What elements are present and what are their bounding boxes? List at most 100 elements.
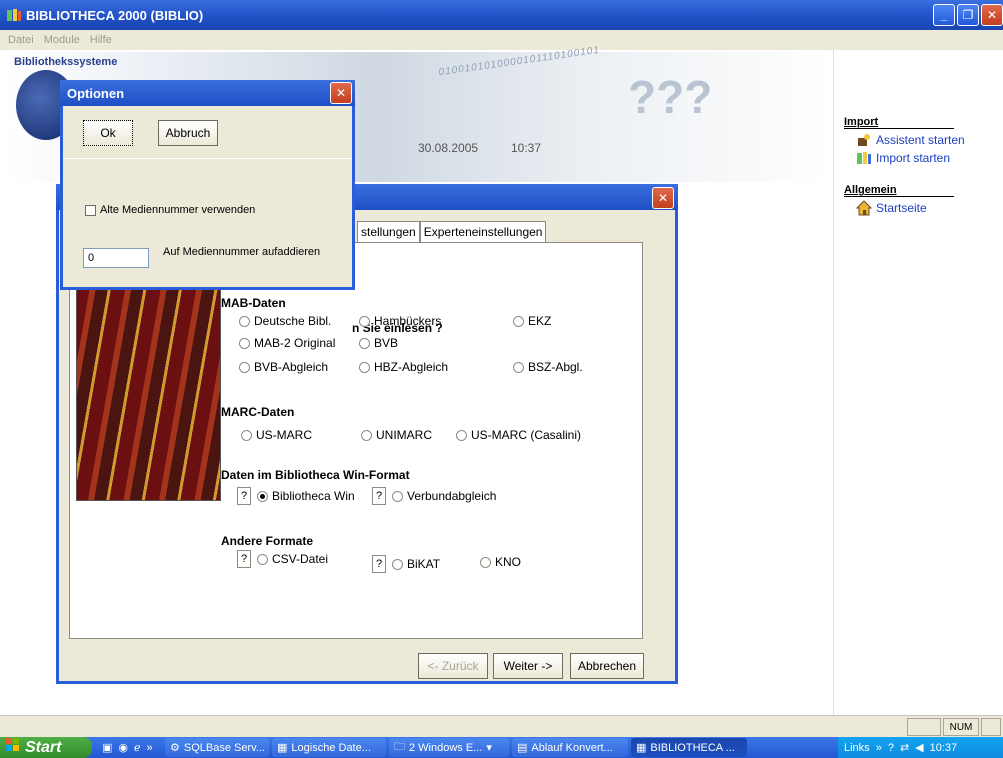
radio-us-marc-casalini[interactable]: US-MARC (Casalini) bbox=[456, 428, 581, 442]
banner-date: 30.08.2005 bbox=[418, 141, 479, 155]
network-icon[interactable]: ⇄ bbox=[900, 741, 909, 754]
tab-expert-settings[interactable]: Experteneinstellungen bbox=[419, 221, 547, 242]
desktop-icon[interactable]: ▣ bbox=[102, 741, 112, 754]
taskbar: Start ▣ ◉ ℯ » ⚙ SQLBase Serv... ▦ Logische… bbox=[0, 737, 1003, 758]
menu-datei[interactable]: Datei bbox=[8, 34, 34, 46]
app-titlebar: BIBLIOTHECA 2000 (BIBLIO) _ ❐ ✕ bbox=[0, 0, 1003, 30]
radio-label: CSV-Datei bbox=[272, 552, 329, 566]
task-sqlbase[interactable]: ⚙ SQLBase Serv... bbox=[165, 738, 269, 757]
radio-label: US-MARC bbox=[256, 428, 312, 442]
radio-circle bbox=[257, 553, 268, 565]
chevron-right-icon[interactable]: » bbox=[876, 742, 882, 754]
task-windows-explorer[interactable]: 🗀 2 Windows E... ▾ bbox=[389, 738, 509, 757]
tab-settings[interactable]: stellungen bbox=[357, 221, 420, 242]
app-small-icon: ▦ bbox=[277, 742, 288, 754]
options-titlebar: Optionen ✕ bbox=[60, 80, 355, 106]
radio-circle bbox=[361, 429, 372, 441]
radio-circle bbox=[513, 315, 524, 327]
menu-hilfe[interactable]: Hilfe bbox=[90, 34, 112, 46]
task-label: Logische Date... bbox=[291, 741, 371, 754]
clock: 10:37 bbox=[929, 741, 958, 754]
abort-button[interactable]: Abbruch bbox=[158, 120, 218, 146]
assistant-start-link[interactable]: Assistent starten bbox=[856, 132, 965, 148]
task-logische-date[interactable]: ▦ Logische Date... bbox=[272, 738, 386, 757]
help-icon[interactable]: ? bbox=[237, 550, 251, 568]
help-icon[interactable]: ? bbox=[372, 555, 386, 573]
books-image bbox=[76, 279, 221, 501]
quick-launch: ▣ ◉ ℯ » bbox=[92, 741, 162, 755]
add-number-label: Auf Mediennummer aufaddieren bbox=[163, 246, 321, 258]
task-label: Ablauf Konvert... bbox=[531, 741, 613, 754]
banner-time: 10:37 bbox=[511, 141, 542, 155]
close-button[interactable]: ✕ bbox=[981, 4, 1003, 26]
radio-label: UNIMARC bbox=[376, 428, 432, 442]
task-ablauf-konvert[interactable]: ▤ Ablauf Konvert... bbox=[512, 738, 628, 757]
old-number-checkbox[interactable]: Alte Mediennummer verwenden bbox=[85, 204, 255, 216]
radio-ekz[interactable]: EKZ bbox=[513, 314, 551, 328]
radio-circle bbox=[359, 337, 370, 349]
add-number-input[interactable]: 0 bbox=[83, 248, 149, 268]
start-button[interactable]: Start bbox=[0, 737, 92, 758]
radio-bibliotheca-win[interactable]: ? Bibliotheca Win bbox=[237, 487, 355, 505]
radio-csv-datei[interactable]: ? CSV-Datei bbox=[237, 550, 328, 568]
radio-label: BVB bbox=[374, 336, 399, 350]
radio-label: BVB-Abgleich bbox=[254, 360, 329, 374]
back-button[interactable]: <- Zurück bbox=[418, 653, 488, 679]
win-group-label: Daten im Bibliotheca Win-Format bbox=[221, 468, 410, 482]
app-title: BIBLIOTHECA 2000 (BIBLIO) bbox=[26, 7, 204, 23]
radio-bvb[interactable]: BVB bbox=[359, 336, 398, 350]
radio-bsz-abgl[interactable]: BSZ-Abgl. bbox=[513, 360, 583, 374]
radio-label: HBZ-Abgleich bbox=[374, 360, 449, 374]
import-icon bbox=[856, 150, 872, 166]
radio-bvb-abgleich[interactable]: BVB-Abgleich bbox=[239, 360, 328, 374]
question-marks-icon: ??? bbox=[628, 71, 713, 123]
help-icon[interactable]: ? bbox=[237, 487, 251, 505]
radio-hbz-abgleich[interactable]: HBZ-Abgleich bbox=[359, 360, 448, 374]
help-icon[interactable]: ? bbox=[372, 487, 386, 505]
radio-circle bbox=[392, 490, 403, 502]
restore-button[interactable]: ❐ bbox=[957, 4, 979, 26]
radio-label: BSZ-Abgl. bbox=[528, 360, 583, 374]
radio-bikat[interactable]: ? BiKAT bbox=[372, 555, 440, 573]
options-close-button[interactable]: ✕ bbox=[330, 82, 352, 104]
startpage-link[interactable]: Startseite bbox=[856, 200, 927, 216]
radio-label: Verbundabgleich bbox=[407, 489, 497, 503]
radio-verbundabgleich[interactable]: ? Verbundabgleich bbox=[372, 487, 496, 505]
radio-label: Bibliotheca Win bbox=[272, 489, 355, 503]
old-number-label: Alte Mediennummer verwenden bbox=[100, 204, 256, 216]
ok-button[interactable]: Ok bbox=[83, 120, 133, 146]
radio-mab2-original[interactable]: MAB-2 Original bbox=[239, 336, 335, 350]
document-icon: ▤ bbox=[517, 742, 528, 754]
links-label[interactable]: Links bbox=[844, 742, 870, 754]
browser-icon[interactable]: ℯ bbox=[134, 741, 141, 754]
radio-deutsche-bibl[interactable]: Deutsche Bibl. bbox=[239, 314, 331, 328]
radio-circle bbox=[359, 361, 370, 373]
chevron-right-icon[interactable]: » bbox=[147, 742, 153, 754]
radio-hambueckers[interactable]: Hambückers bbox=[359, 314, 441, 328]
wizard-close-button[interactable]: ✕ bbox=[652, 187, 674, 209]
task-label: SQLBase Serv... bbox=[183, 741, 265, 754]
media-icon[interactable]: ◉ bbox=[118, 741, 128, 754]
cancel-button[interactable]: Abbrechen bbox=[570, 653, 644, 679]
radio-unimarc[interactable]: UNIMARC bbox=[361, 428, 432, 442]
home-icon bbox=[856, 200, 872, 216]
task-bibliotheca[interactable]: ▦ BIBLIOTHECA ... bbox=[631, 738, 747, 757]
divider bbox=[63, 158, 352, 159]
marc-group-label: MARC-Daten bbox=[221, 405, 295, 419]
radio-kno[interactable]: KNO bbox=[480, 555, 521, 569]
radio-circle bbox=[480, 556, 491, 568]
radio-circle bbox=[257, 490, 268, 502]
right-panel: Import Assistent starten Import starten … bbox=[833, 50, 1003, 715]
next-button[interactable]: Weiter -> bbox=[493, 653, 563, 679]
menu-module[interactable]: Module bbox=[44, 34, 80, 46]
radio-circle bbox=[241, 429, 252, 441]
import-start-link[interactable]: Import starten bbox=[856, 150, 950, 166]
help-tray-icon[interactable]: ? bbox=[888, 742, 894, 754]
num-indicator: NUM bbox=[943, 718, 979, 736]
volume-icon[interactable]: ◀ bbox=[915, 741, 923, 754]
radio-label: EKZ bbox=[528, 314, 552, 328]
chevron-down-icon: ▾ bbox=[486, 742, 492, 754]
minimize-button[interactable]: _ bbox=[933, 4, 955, 26]
radio-us-marc[interactable]: US-MARC bbox=[241, 428, 312, 442]
radio-circle bbox=[239, 361, 250, 373]
